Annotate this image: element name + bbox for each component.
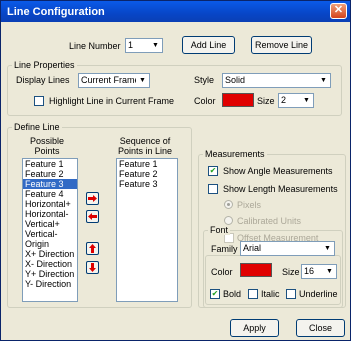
font-family-select[interactable]: Arial ▼ [240,241,335,256]
sequence-point-item[interactable]: Feature 3 [117,179,177,189]
font-size-value: 16 [304,266,315,276]
possible-point-item[interactable]: Feature 2 [23,169,77,179]
sequence-point-item[interactable]: Feature 2 [117,169,177,179]
font-size-label: Size [282,267,300,277]
line-properties-group: Line Properties Display Lines Current Fr… [7,60,342,116]
sequence-header: Sequence of Points in Line [117,136,173,156]
underline-checkbox[interactable] [286,289,296,299]
display-lines-value: Current Frame [81,75,140,85]
close-window-button[interactable]: ✕ [330,3,347,19]
remove-line-button[interactable]: Remove Line [251,36,312,54]
define-line-title: Define Line [12,122,62,132]
apply-button[interactable]: Apply [230,319,279,337]
add-point-button[interactable] [86,192,99,205]
pixels-label: Pixels [237,200,262,210]
line-size-select[interactable]: 2 ▼ [278,93,314,108]
arrow-down-icon [89,263,96,272]
display-lines-select[interactable]: Current Frame ▼ [78,73,150,88]
arrow-right-icon [88,195,97,202]
display-lines-label: Display Lines [16,75,70,85]
show-angle-checkbox[interactable]: ✔ [208,166,218,176]
style-select[interactable]: Solid ▼ [222,73,331,88]
calibrated-units-radio[interactable] [224,216,233,225]
font-size-select[interactable]: 16 ▼ [301,264,337,279]
font-title: Font [208,225,231,235]
title-bar: Line Configuration ✕ [1,1,350,22]
chevron-down-icon: ▼ [136,74,149,87]
possible-point-item[interactable]: Vertical- [23,229,77,239]
font-color-swatch[interactable] [240,263,272,277]
highlight-line-label: Highlight Line in Current Frame [49,96,175,106]
pixels-radio[interactable] [224,200,233,209]
calibrated-units-label: Calibrated Units [237,216,302,226]
style-value: Solid [225,75,246,85]
close-button[interactable]: Close [296,319,345,337]
style-label: Style [194,75,215,85]
move-point-down-button[interactable] [86,261,99,274]
possible-point-item[interactable]: Horizontal+ [23,199,77,209]
window-title: Line Configuration [7,5,105,18]
possible-point-item[interactable]: Origin [23,239,77,249]
font-family-value: Arial [243,243,262,253]
possible-point-item[interactable]: Y+ Direction [23,269,77,279]
italic-checkbox[interactable] [248,289,258,299]
line-number-value: 1 [128,40,134,50]
arrow-up-icon [89,244,96,253]
italic-label: Italic [261,289,280,299]
add-line-button[interactable]: Add Line [182,36,235,54]
line-color-label: Color [194,96,216,106]
show-length-checkbox[interactable] [208,184,218,194]
sequence-points-list[interactable]: Feature 1 Feature 2 Feature 3 [116,158,178,302]
arrow-left-icon [88,213,97,220]
remove-point-button[interactable] [86,210,99,223]
possible-point-item[interactable]: X- Direction [23,259,77,269]
possible-point-item[interactable]: Horizontal- [23,209,77,219]
possible-point-item[interactable]: Feature 1 [23,159,77,169]
font-box: Font Family Arial ▼ Color Size 16 ▼ ✔ Bo… [203,225,343,308]
chevron-down-icon: ▼ [317,74,330,87]
font-color-label: Color [211,267,233,277]
chevron-down-icon: ▼ [321,242,334,255]
show-length-label: Show Length Measurements [223,184,338,194]
possible-point-item[interactable]: Feature 4 [23,189,77,199]
chevron-down-icon: ▼ [149,39,162,52]
bold-label: Bold [223,289,242,299]
measurements-title: Measurements [203,149,267,159]
line-size-label: Size [257,96,275,106]
sequence-point-item[interactable]: Feature 1 [117,159,177,169]
chevron-down-icon: ▼ [300,94,313,107]
underline-label: Underline [299,289,338,299]
possible-points-header: Possible Points [29,136,65,156]
possible-point-item[interactable]: Y- Direction [23,279,77,289]
line-number-label: Line Number [69,41,121,51]
chevron-down-icon: ▼ [323,265,336,278]
possible-point-item[interactable]: X+ Direction [23,249,77,259]
bold-checkbox[interactable]: ✔ [210,289,220,299]
line-color-swatch[interactable] [222,93,254,107]
line-size-value: 2 [281,95,287,105]
line-properties-title: Line Properties [12,60,77,70]
line-number-select[interactable]: 1 ▼ [125,38,163,53]
possible-points-list[interactable]: Feature 1 Feature 2 Feature 3 Feature 4 Hori… [22,158,78,302]
move-point-up-button[interactable] [86,242,99,255]
show-angle-label: Show Angle Measurements [223,166,333,176]
possible-point-item[interactable]: Vertical+ [23,219,77,229]
font-family-label: Family [211,244,238,254]
line-configuration-dialog: Line Configuration ✕ Line Number 1 ▼ Add… [0,0,351,341]
possible-point-item[interactable]: Feature 3 [23,179,77,189]
define-line-group: Define Line Possible Points Sequence of … [7,122,192,308]
highlight-line-checkbox[interactable] [34,96,44,106]
